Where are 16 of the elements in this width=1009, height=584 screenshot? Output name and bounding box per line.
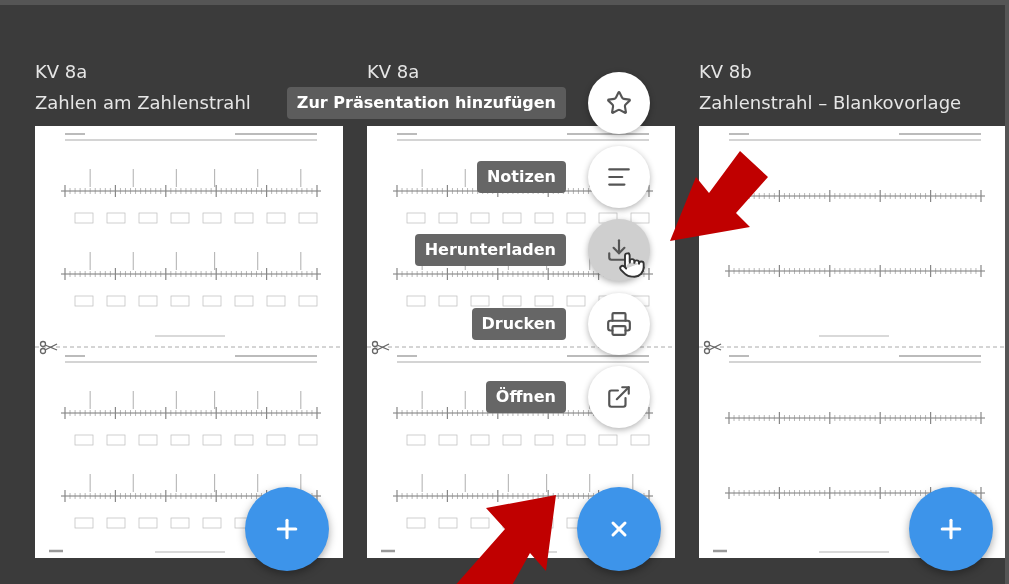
- action-tooltip: Notizen: [476, 160, 566, 193]
- card-title: Zahlenstrahl – Blankovorlage: [699, 91, 962, 115]
- card-code: KV 8a: [367, 60, 421, 84]
- card-code: KV 8a: [35, 60, 89, 84]
- card-code: KV 8b: [699, 60, 753, 84]
- download-icon: [606, 237, 632, 263]
- external-link-icon: [606, 384, 632, 410]
- action-tooltip: Drucken: [471, 307, 566, 340]
- card-title: Zahlen am Zahlenstrahl: [35, 91, 251, 115]
- star-button[interactable]: [588, 72, 650, 134]
- hand-cursor-icon: [618, 251, 646, 279]
- action-tooltip: Zur Präsentation hinzufügen: [286, 87, 566, 119]
- star-icon: [606, 90, 632, 116]
- action-tooltip: Öffnen: [485, 381, 566, 413]
- printer-icon: [606, 310, 632, 337]
- action-tooltip: Herunterladen: [414, 234, 566, 266]
